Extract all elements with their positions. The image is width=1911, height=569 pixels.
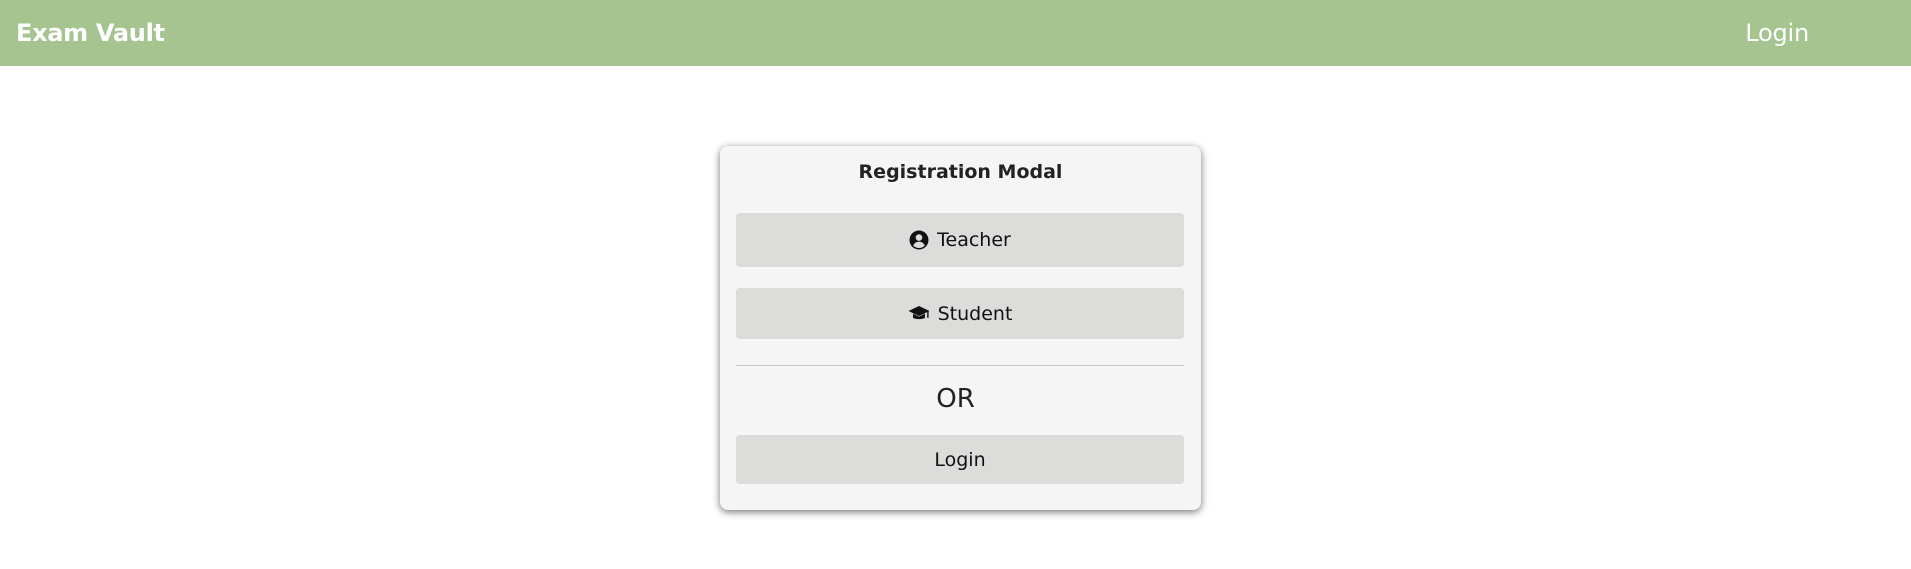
teacher-button-label: Teacher [937,229,1011,251]
user-circle-icon [909,230,929,250]
graduation-cap-icon [908,305,930,323]
student-button-label: Student [937,302,1013,325]
teacher-button[interactable]: Teacher [736,213,1184,267]
registration-modal: Registration Modal Teacher Student OR Lo… [720,146,1201,510]
nav-login-link[interactable]: Login [1745,19,1809,47]
modal-divider [736,365,1184,366]
modal-title: Registration Modal [858,161,1063,183]
brand-logo-text[interactable]: Exam Vault [16,19,165,47]
or-separator-text: OR [936,384,975,414]
login-button-label: Login [934,448,986,471]
student-button[interactable]: Student [736,288,1184,339]
login-button[interactable]: Login [736,435,1184,484]
top-navbar: Exam Vault Login [0,0,1911,66]
